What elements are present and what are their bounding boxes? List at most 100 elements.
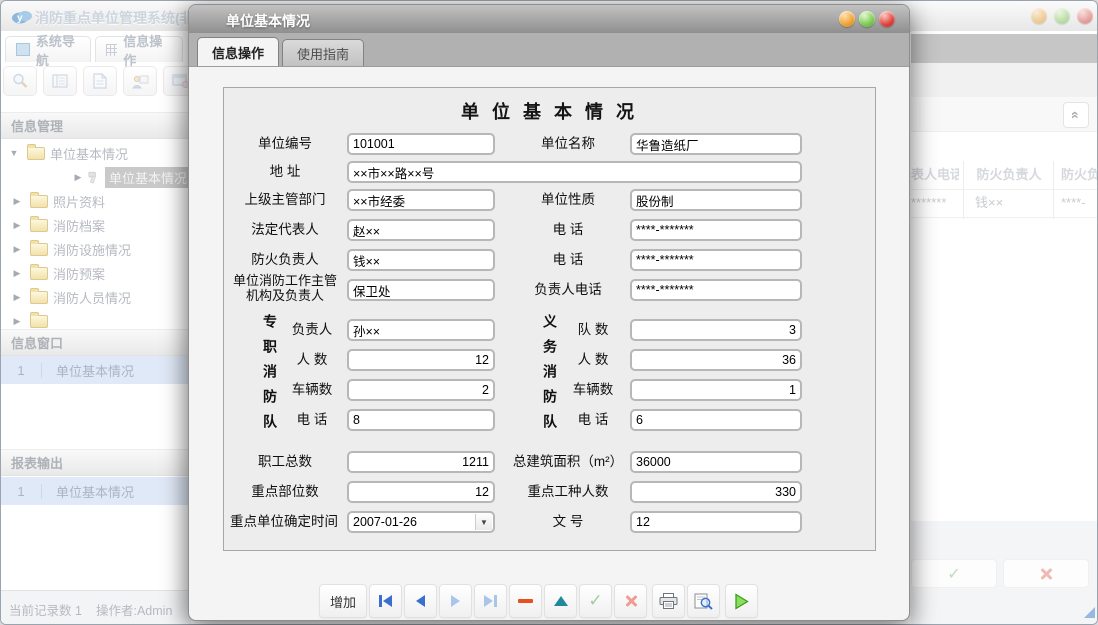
field-label: 重点部位数	[226, 481, 344, 503]
info-tree: ▼ 单位基本情况 ▶ 单位基本情况 ▶ 照片资料 ▶ 消防档案	[1, 141, 191, 329]
folder-icon	[30, 219, 48, 232]
previous-record-button[interactable]	[404, 584, 437, 618]
add-button[interactable]: 增加	[319, 584, 367, 618]
tab-user-guide[interactable]: 使用指南	[282, 39, 364, 66]
column-divider	[1053, 161, 1054, 219]
print-button[interactable]	[652, 584, 685, 618]
vol-teams-field[interactable]: 3	[630, 319, 802, 341]
tree-item-fire-plans[interactable]: ▶ 消防预案	[1, 261, 191, 285]
key-workers-field[interactable]: 330	[630, 481, 802, 503]
check-icon: ✓	[947, 564, 960, 584]
building-area-field[interactable]: 36000	[630, 451, 802, 473]
fire-officer-field[interactable]: 钱××	[347, 249, 495, 271]
form-title: 单 位 基 本 情 况	[224, 98, 875, 124]
record-count: 当前记录数 1	[9, 600, 82, 619]
catalog-button[interactable]	[43, 66, 77, 96]
close-button[interactable]	[1077, 8, 1093, 24]
dialog-maximize-button[interactable]	[859, 11, 875, 27]
chevron-right-icon: ▶	[73, 172, 83, 183]
tree-item-photos[interactable]: ▶ 照片资料	[1, 189, 191, 213]
tab-info-operation-dialog[interactable]: 信息操作	[197, 37, 279, 66]
collapse-panel-button[interactable]: «	[1063, 102, 1089, 128]
ft-leader-field[interactable]: 孙××	[347, 319, 495, 341]
grid-icon	[106, 44, 117, 56]
section-header-info-management: 信息管理	[1, 112, 191, 139]
dialog-unit-basic-info: 单位基本情况 信息操作 使用指南 单 位 基 本 情 况 单位编号 101001…	[188, 4, 910, 621]
dialog-close-button[interactable]	[879, 11, 895, 27]
address-field[interactable]: ××市××路××号	[347, 161, 802, 183]
field-label: 单位编号	[226, 133, 344, 155]
tree-item-unit-basic-root[interactable]: ▼ 单位基本情况	[1, 141, 191, 165]
ft-phone-field[interactable]: 8	[347, 409, 495, 431]
doc-number-field[interactable]: 12	[630, 511, 802, 533]
grid-column-header: 防火负	[1061, 161, 1097, 189]
staff-total-field[interactable]: 1211	[347, 451, 495, 473]
background-confirm-button[interactable]: ✓	[911, 559, 997, 588]
unit-code-field[interactable]: 101001	[347, 133, 495, 155]
last-record-button[interactable]	[474, 584, 507, 618]
last-icon	[484, 595, 493, 607]
background-cancel-button[interactable]	[1003, 559, 1089, 588]
field-label: 队 数	[560, 319, 626, 341]
chevron-down-icon[interactable]: ▼	[475, 514, 492, 530]
chevron-up-icon: «	[1068, 111, 1084, 119]
ft-people-field[interactable]: 12	[347, 349, 495, 371]
cancel-button[interactable]	[614, 584, 647, 618]
square-icon	[16, 43, 30, 56]
confirm-button[interactable]: ✓	[579, 584, 612, 618]
delete-record-button[interactable]	[509, 584, 542, 618]
user-button[interactable]	[123, 66, 157, 96]
dialog-title: 单位基本情况	[226, 11, 310, 31]
field-label: 重点单位确定时间	[224, 511, 344, 533]
folder-icon	[30, 243, 48, 256]
document-icon	[93, 73, 107, 89]
vol-phone-field[interactable]: 6	[630, 409, 802, 431]
tree-item-fire-personnel[interactable]: ▶ 消防人员情况	[1, 285, 191, 309]
tab-info-operation[interactable]: 信息操作	[95, 36, 183, 62]
confirm-date-combo[interactable]: 2007-01-26 ▼	[347, 511, 495, 533]
resize-grip[interactable]	[1084, 607, 1095, 618]
report-list-item[interactable]: 1 单位基本情况	[1, 477, 191, 505]
unit-name-field[interactable]: 华鲁造纸厂	[630, 133, 802, 155]
key-parts-field[interactable]: 12	[347, 481, 495, 503]
info-window-list-item[interactable]: 1 单位基本情况	[1, 356, 191, 384]
tab-system-navigation[interactable]: 系统导航	[5, 36, 91, 62]
fire-phone-field[interactable]: ****-*******	[630, 249, 802, 271]
tree-item-fire-facilities[interactable]: ▶ 消防设施情况	[1, 237, 191, 261]
field-label: 单位名称	[508, 133, 628, 155]
tree-item-fire-archives[interactable]: ▶ 消防档案	[1, 213, 191, 237]
officer-phone-field[interactable]: ****-*******	[630, 279, 802, 301]
search-button[interactable]	[3, 66, 37, 96]
legal-rep-field[interactable]: 赵××	[347, 219, 495, 241]
fire-dept-field[interactable]: 保卫处	[347, 279, 495, 301]
document-button[interactable]	[83, 66, 117, 96]
window-icon	[172, 74, 189, 88]
first-record-button[interactable]	[369, 584, 402, 618]
tree-item-unit-basic-child[interactable]: ▶ 单位基本情况	[1, 165, 191, 189]
field-label: 上级主管部门	[226, 189, 344, 211]
minimize-button[interactable]	[1031, 8, 1047, 24]
vol-people-field[interactable]: 36	[630, 349, 802, 371]
print-preview-button[interactable]	[687, 584, 720, 618]
next-record-button[interactable]	[439, 584, 472, 618]
volunteer-brigade-label: 义务消防队	[540, 314, 560, 439]
ft-vehicles-field[interactable]: 2	[347, 379, 495, 401]
grid-cell: 钱××	[975, 189, 1051, 217]
legal-phone-field[interactable]: ****-*******	[630, 219, 802, 241]
vol-vehicles-field[interactable]: 1	[630, 379, 802, 401]
tool-icon	[87, 171, 101, 184]
run-button[interactable]	[725, 584, 758, 618]
grid-line	[911, 217, 1097, 218]
grid-column-header: 表人电话	[911, 161, 959, 189]
maximize-button[interactable]	[1054, 8, 1070, 24]
tree-item-clipped[interactable]: ▶	[1, 309, 191, 329]
parent-dept-field[interactable]: ××市经委	[347, 189, 495, 211]
previous-icon	[416, 595, 425, 607]
dialog-minimize-button[interactable]	[839, 11, 855, 27]
x-icon	[1039, 567, 1053, 581]
x-icon	[624, 594, 638, 608]
field-label: 防火负责人	[226, 249, 344, 271]
edit-record-button[interactable]	[544, 584, 577, 618]
unit-type-field[interactable]: 股份制	[630, 189, 802, 211]
next-icon	[451, 595, 460, 607]
